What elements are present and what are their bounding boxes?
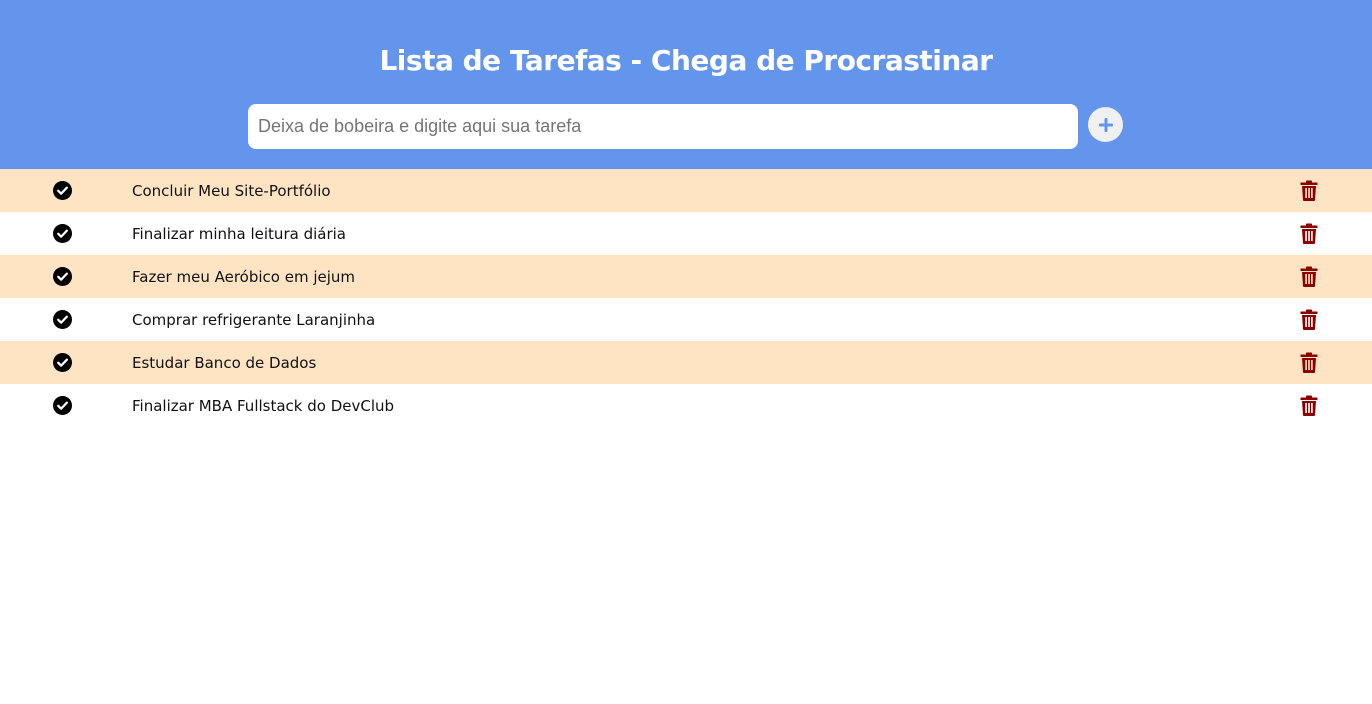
check-circle-icon[interactable]: [53, 181, 72, 200]
add-task-button[interactable]: [1088, 107, 1123, 142]
task-item: Comprar refrigerante Laranjinha: [0, 298, 1372, 341]
task-text: Estudar Banco de Dados: [132, 353, 317, 372]
check-circle-icon[interactable]: [53, 267, 72, 286]
trash-icon[interactable]: [1300, 180, 1318, 201]
trash-icon[interactable]: [1300, 223, 1318, 244]
page-title: Lista de Tarefas - Chega de Procrastinar: [379, 44, 993, 77]
task-list: Concluir Meu Site-Portfólio Finalizar mi…: [0, 169, 1372, 427]
task-text: Concluir Meu Site-Portfólio: [132, 181, 331, 200]
task-item: Finalizar MBA Fullstack do DevClub: [0, 384, 1372, 427]
task-text: Comprar refrigerante Laranjinha: [132, 310, 376, 329]
header: Lista de Tarefas - Chega de Procrastinar: [0, 0, 1372, 169]
task-input[interactable]: [248, 104, 1078, 149]
input-row: [0, 104, 1372, 149]
check-circle-icon[interactable]: [53, 353, 72, 372]
task-item: Estudar Banco de Dados: [0, 341, 1372, 384]
task-text: Finalizar minha leitura diária: [132, 224, 346, 243]
task-text: Finalizar MBA Fullstack do DevClub: [132, 396, 395, 415]
check-circle-icon[interactable]: [53, 396, 72, 415]
trash-icon[interactable]: [1300, 309, 1318, 330]
trash-icon[interactable]: [1300, 266, 1318, 287]
task-item: Finalizar minha leitura diária: [0, 212, 1372, 255]
trash-icon[interactable]: [1300, 395, 1318, 416]
check-circle-icon[interactable]: [53, 224, 72, 243]
task-text: Fazer meu Aeróbico em jejum: [132, 267, 356, 286]
task-item: Fazer meu Aeróbico em jejum: [0, 255, 1372, 298]
plus-icon: [1098, 117, 1113, 132]
check-circle-icon[interactable]: [53, 310, 72, 329]
task-item: Concluir Meu Site-Portfólio: [0, 169, 1372, 212]
trash-icon[interactable]: [1300, 352, 1318, 373]
